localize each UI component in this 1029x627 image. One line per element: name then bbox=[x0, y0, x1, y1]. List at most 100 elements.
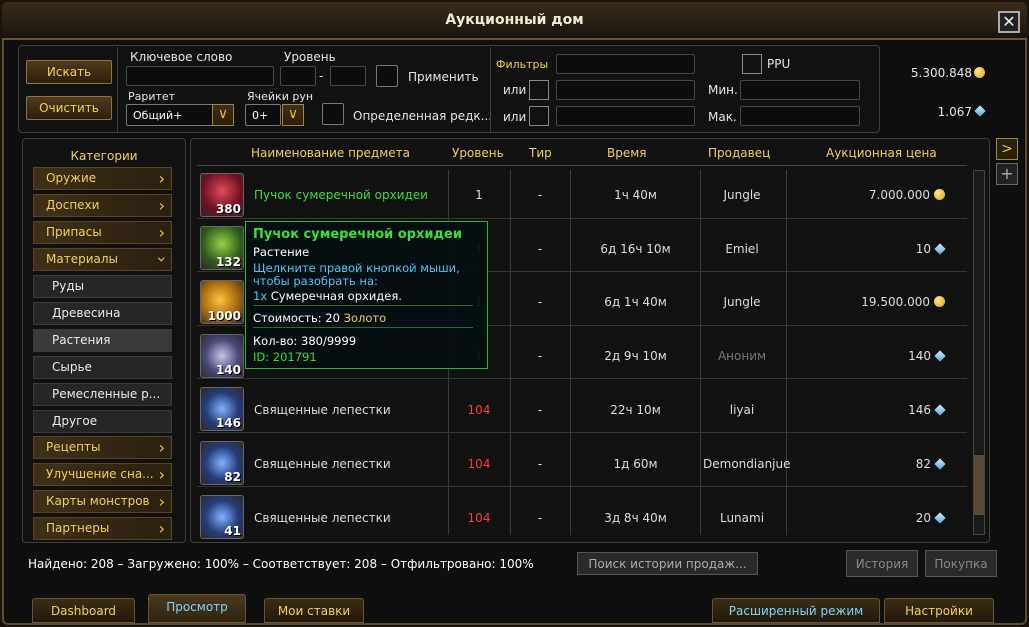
herb-item-icon[interactable]: 132 bbox=[200, 226, 244, 270]
subcategory-plants[interactable]: Растения bbox=[33, 329, 172, 352]
or-label: или bbox=[503, 83, 527, 97]
filter-input-3[interactable] bbox=[556, 106, 695, 126]
moon-item-icon[interactable]: 1000 bbox=[200, 280, 244, 324]
gem-icon bbox=[934, 512, 946, 524]
category-armor[interactable]: Доспехи › bbox=[33, 194, 172, 217]
item-tier: - bbox=[537, 242, 543, 256]
category-recipes[interactable]: Рецепты › bbox=[33, 436, 172, 459]
header-price[interactable]: Аукционная цена bbox=[826, 146, 937, 160]
header-level[interactable]: Уровень bbox=[452, 146, 504, 160]
item-tier: - bbox=[537, 457, 543, 471]
item-count: 146 bbox=[215, 416, 241, 430]
max-price-input[interactable] bbox=[740, 106, 860, 126]
price-value: 10 bbox=[915, 242, 931, 256]
rune-chevron-down-icon[interactable]: ∨ bbox=[282, 104, 304, 126]
category-weapons[interactable]: Оружие › bbox=[33, 167, 172, 190]
petals-item-icon[interactable]: 146 bbox=[200, 387, 244, 431]
tab-my-bids[interactable]: Мои ставки bbox=[264, 598, 364, 623]
price-value: 82 bbox=[915, 457, 931, 471]
specific-rarity-checkbox[interactable] bbox=[322, 103, 344, 125]
tooltip-cost-label: Стоимость: 20 bbox=[253, 311, 340, 325]
close-button[interactable]: ✕ bbox=[998, 11, 1020, 33]
history-button[interactable]: История bbox=[846, 550, 918, 577]
petals-item-icon[interactable]: 41 bbox=[200, 495, 244, 539]
max-label: Мак. bbox=[708, 110, 737, 124]
specific-rarity-label: Определенная редк... bbox=[353, 109, 493, 123]
or-checkbox-1[interactable] bbox=[529, 80, 549, 100]
rarity-dropdown[interactable]: Общий+ bbox=[126, 104, 214, 126]
plus-icon[interactable]: + bbox=[996, 163, 1018, 185]
item-price: 146 bbox=[790, 403, 946, 417]
header-name[interactable]: Наименование предмета bbox=[251, 146, 410, 160]
tooltip-id: ID: 201791 bbox=[253, 350, 317, 364]
or-label: или bbox=[503, 110, 527, 124]
tab-settings[interactable]: Настройки bbox=[884, 598, 994, 623]
item-time: 6д 16ч 10м bbox=[600, 242, 671, 256]
item-name: Священные лепестки bbox=[254, 457, 391, 471]
item-count: 380 bbox=[215, 202, 241, 216]
sales-history-search-button[interactable]: Поиск истории продаж... bbox=[577, 552, 758, 575]
item-level: 104 bbox=[467, 457, 491, 471]
or-checkbox-2[interactable] bbox=[529, 106, 549, 126]
item-name: Священные лепестки bbox=[254, 403, 391, 417]
item-count: 1000 bbox=[207, 309, 241, 323]
level-max-input[interactable] bbox=[330, 66, 366, 86]
ppu-checkbox[interactable] bbox=[742, 54, 762, 74]
item-seller: Lunami bbox=[719, 511, 765, 525]
gem-icon bbox=[934, 243, 946, 255]
category-partners[interactable]: Партнеры › bbox=[33, 517, 172, 540]
item-count: 41 bbox=[224, 524, 241, 538]
header-seller[interactable]: Продавец bbox=[708, 146, 770, 160]
subcategory-wood[interactable]: Древесина bbox=[33, 302, 172, 325]
tab-dashboard[interactable]: Dashboard bbox=[32, 598, 135, 623]
chevron-right-icon: › bbox=[158, 169, 165, 188]
divider bbox=[117, 47, 118, 133]
header-tier[interactable]: Тир bbox=[529, 146, 552, 160]
item-level: 104 bbox=[467, 403, 491, 417]
item-tier: - bbox=[537, 188, 543, 202]
tab-browse[interactable]: Просмотр bbox=[148, 594, 246, 623]
apply-checkbox[interactable] bbox=[376, 65, 398, 87]
item-price: 140 bbox=[790, 349, 946, 363]
rune-dropdown[interactable]: 0+ bbox=[245, 104, 281, 126]
item-time: 1д 60м bbox=[613, 457, 658, 471]
category-label: Партнеры bbox=[46, 521, 110, 535]
category-equipment-upgrade[interactable]: Улучшение сна... › bbox=[33, 463, 172, 486]
buy-button[interactable]: Покупка bbox=[925, 550, 997, 577]
item-tier: - bbox=[537, 295, 543, 309]
rarity-chevron-down-icon[interactable]: ∨ bbox=[212, 104, 234, 126]
scrollbar-thumb[interactable] bbox=[974, 455, 984, 515]
rune-label: Ячейки рун bbox=[247, 90, 314, 103]
min-price-input[interactable] bbox=[740, 80, 860, 100]
item-time: 1ч 40м bbox=[614, 188, 657, 202]
subcategory-crafting[interactable]: Ремесленные р... bbox=[33, 383, 172, 406]
category-supplies[interactable]: Припасы › bbox=[33, 221, 172, 244]
tab-advanced-mode[interactable]: Расширенный режим bbox=[712, 598, 880, 623]
chevron-right-icon: › bbox=[158, 223, 165, 242]
chevron-down-icon: › bbox=[152, 256, 172, 263]
category-monster-cards[interactable]: Карты монстров › bbox=[33, 490, 172, 513]
orchid-item-icon[interactable]: 380 bbox=[200, 173, 244, 217]
filter-input-1[interactable] bbox=[556, 54, 695, 74]
level-min-input[interactable] bbox=[280, 66, 316, 86]
chevron-right-icon: › bbox=[158, 492, 165, 511]
category-label: Рецепты bbox=[46, 440, 101, 454]
chevron-right-icon: › bbox=[158, 196, 165, 215]
search-button[interactable]: Искать bbox=[26, 60, 112, 84]
keyword-input[interactable] bbox=[126, 66, 274, 86]
subcategory-raw[interactable]: Сырье bbox=[33, 356, 172, 379]
subcategory-other[interactable]: Другое bbox=[33, 410, 172, 433]
potion-item-icon[interactable]: 140 bbox=[200, 334, 244, 378]
price-value: 20 bbox=[915, 511, 931, 525]
header-time[interactable]: Время bbox=[607, 146, 647, 160]
gold-coin-icon bbox=[934, 296, 945, 307]
petals-item-icon[interactable]: 82 bbox=[200, 441, 244, 485]
item-price: 82 bbox=[790, 457, 946, 471]
clear-button[interactable]: Очистить bbox=[26, 96, 112, 120]
chevron-right-icon[interactable]: > bbox=[996, 138, 1018, 160]
item-tier: - bbox=[537, 403, 543, 417]
filter-input-2[interactable] bbox=[556, 80, 695, 100]
tooltip-divider bbox=[253, 327, 473, 328]
subcategory-ores[interactable]: Руды bbox=[33, 275, 172, 298]
category-materials[interactable]: Материалы › bbox=[33, 248, 172, 271]
